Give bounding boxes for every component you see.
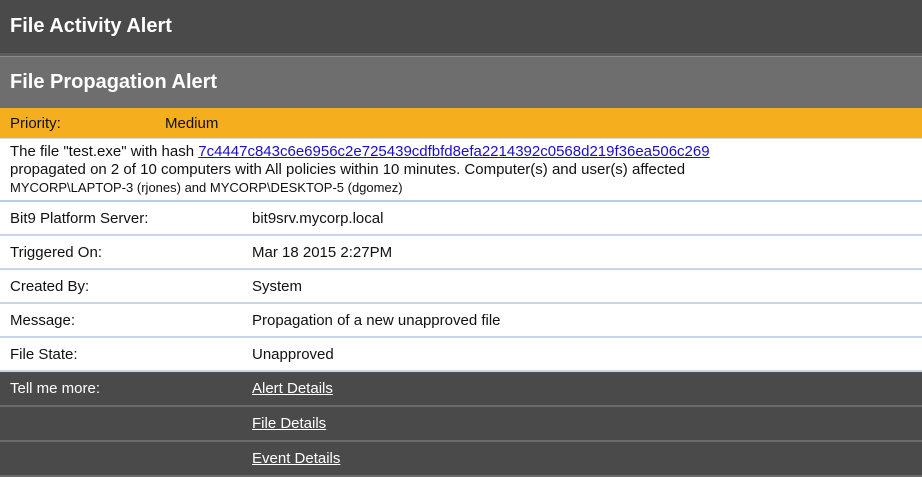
- alert-description: The file "test.exe" with hash 7c4447c843…: [0, 139, 922, 202]
- detail-label: File State:: [10, 345, 78, 363]
- event-details-link[interactable]: Event Details: [245, 450, 340, 467]
- detail-row-server: Bit9 Platform Server: bit9srv.mycorp.loc…: [0, 202, 922, 236]
- description-line-2: propagated on 2 of 10 computers with All…: [10, 161, 686, 178]
- priority-value: Medium: [165, 114, 219, 132]
- alert-subtitle: File Propagation Alert: [0, 56, 922, 108]
- detail-value: Mar 18 2015 2:27PM: [252, 243, 393, 261]
- more-row-file: File Details: [0, 407, 922, 442]
- priority-label: Priority:: [10, 114, 61, 132]
- alert-details-link[interactable]: Alert Details: [245, 380, 333, 397]
- file-details-link[interactable]: File Details: [245, 415, 326, 432]
- alert-email: File Activity Alert File Propagation Ale…: [0, 0, 922, 502]
- more-label: Tell me more:: [10, 380, 101, 397]
- detail-label: Bit9 Platform Server:: [10, 209, 149, 227]
- description-line-3: MYCORP\LAPTOP-3 (rjones) and MYCORP\DESK…: [10, 180, 403, 195]
- detail-row-file-state: File State: Unapproved: [0, 338, 922, 372]
- priority-row: Priority: Medium: [0, 108, 922, 139]
- detail-label: Created By:: [10, 277, 90, 295]
- hash-link[interactable]: 7c4447c843c6e6956c2e725439cdfbfd8efa2214…: [198, 143, 709, 160]
- description-prefix: The file "test.exe" with hash: [10, 143, 199, 160]
- description-line-1: The file "test.exe" with hash 7c4447c843…: [10, 143, 922, 161]
- alert-title: File Activity Alert: [0, 0, 922, 56]
- detail-row-created-by: Created By: System: [0, 270, 922, 304]
- detail-row-message: Message: Propagation of a new unapproved…: [0, 304, 922, 338]
- detail-label: Message:: [10, 311, 76, 329]
- detail-value: System: [252, 277, 303, 295]
- detail-label: Triggered On:: [10, 243, 102, 261]
- more-row-alert: Tell me more: Alert Details: [0, 372, 922, 407]
- detail-value: Propagation of a new unapproved file: [252, 311, 501, 329]
- more-row-event: Event Details: [0, 442, 922, 477]
- detail-value: bit9srv.mycorp.local: [252, 209, 384, 227]
- detail-value: Unapproved: [252, 345, 334, 363]
- detail-row-triggered: Triggered On: Mar 18 2015 2:27PM: [0, 236, 922, 270]
